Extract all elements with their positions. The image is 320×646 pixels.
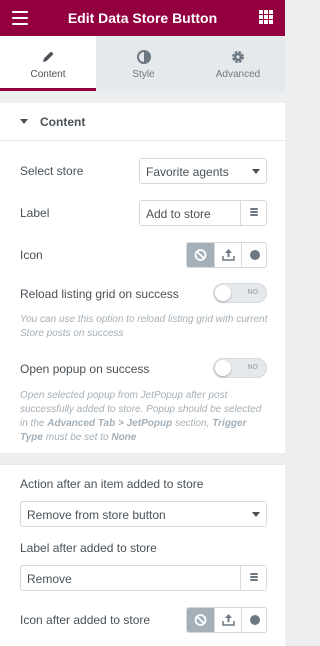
content-controls: Select store Favorite agents Label Add t…	[0, 141, 285, 453]
icon-library-option[interactable]	[241, 243, 266, 267]
popup-toggle[interactable]: NO	[213, 358, 267, 378]
icon-none-option[interactable]	[187, 243, 214, 267]
after-add-controls: Action after an item added to store Remo…	[0, 465, 285, 646]
tab-label-style: Style	[132, 69, 155, 80]
icon-label: Icon	[20, 248, 43, 262]
dynamic-tags-button[interactable]	[240, 201, 266, 225]
reload-description: You can use this option to reload listin…	[20, 314, 268, 339]
ban-icon	[194, 614, 207, 626]
pencil-icon	[43, 51, 54, 62]
popup-toggle-label: NO	[247, 364, 259, 371]
action-after-dropdown[interactable]: Remove from store button	[20, 501, 267, 527]
chevron-down-icon	[252, 169, 260, 174]
icon-upload-option[interactable]	[214, 243, 241, 267]
label-after-label: Label after added to store	[20, 541, 157, 555]
select-store-dropdown[interactable]: Favorite agents	[139, 158, 267, 184]
panel-tabs: Content Style Advanced	[0, 36, 285, 91]
tab-style[interactable]: Style	[96, 36, 191, 91]
reload-toggle-label: NO	[247, 289, 259, 296]
popup-desc-bold: Advanced Tab > JetPopup	[47, 418, 173, 429]
dynamic-tags-button[interactable]	[240, 566, 266, 590]
label-after-input[interactable]: Remove	[20, 565, 267, 591]
popup-description: Open selected popup from JetPopup after …	[20, 389, 270, 445]
upload-icon	[222, 249, 235, 261]
icon-upload-option[interactable]	[214, 608, 241, 632]
popup-desc-bold: None	[111, 432, 137, 443]
icon-after-label: Icon after added to store	[20, 613, 151, 627]
tab-label-content: Content	[30, 69, 66, 80]
popup-label: Open popup on success	[20, 362, 150, 376]
database-icon	[250, 573, 258, 583]
popup-desc-text: section,	[172, 418, 213, 429]
circle-icon	[250, 615, 260, 625]
gear-icon	[232, 51, 244, 63]
toggle-knob	[215, 285, 231, 301]
caret-down-icon	[20, 119, 28, 124]
tab-advanced[interactable]: Advanced	[191, 36, 285, 91]
upload-icon	[222, 614, 235, 626]
tab-label-advanced: Advanced	[215, 69, 261, 80]
label-input[interactable]: Add to store	[139, 200, 267, 226]
panel-title: Edit Data Store Button	[67, 10, 218, 26]
reload-label: Reload listing grid on success	[20, 287, 179, 301]
tab-content[interactable]: Content	[0, 36, 96, 91]
database-icon	[250, 208, 258, 218]
toggle-knob	[215, 360, 231, 376]
select-store-value: Favorite agents	[146, 165, 229, 179]
section-header-content[interactable]: Content	[0, 103, 285, 141]
icon-library-option[interactable]	[241, 608, 266, 632]
circle-icon	[250, 250, 260, 260]
section-title: Content	[40, 115, 86, 129]
grid-apps-icon[interactable]	[259, 10, 273, 24]
label-field-label: Label	[20, 206, 50, 220]
icon-none-option[interactable]	[187, 608, 214, 632]
half-circle-icon	[136, 50, 151, 64]
label-after-value: Remove	[27, 572, 72, 586]
ban-icon	[194, 249, 207, 261]
popup-desc-text: must be set to	[42, 432, 112, 443]
action-after-value: Remove from store button	[27, 508, 166, 522]
icon-after-choice-group	[186, 607, 267, 633]
reload-toggle[interactable]: NO	[213, 283, 267, 303]
chevron-down-icon	[252, 512, 260, 517]
label-input-value: Add to store	[146, 207, 211, 221]
action-after-label: Action after an item added to store	[20, 477, 204, 491]
icon-choice-group	[186, 242, 267, 268]
select-store-label: Select store	[20, 164, 84, 178]
panel-header: Edit Data Store Button	[0, 0, 285, 36]
